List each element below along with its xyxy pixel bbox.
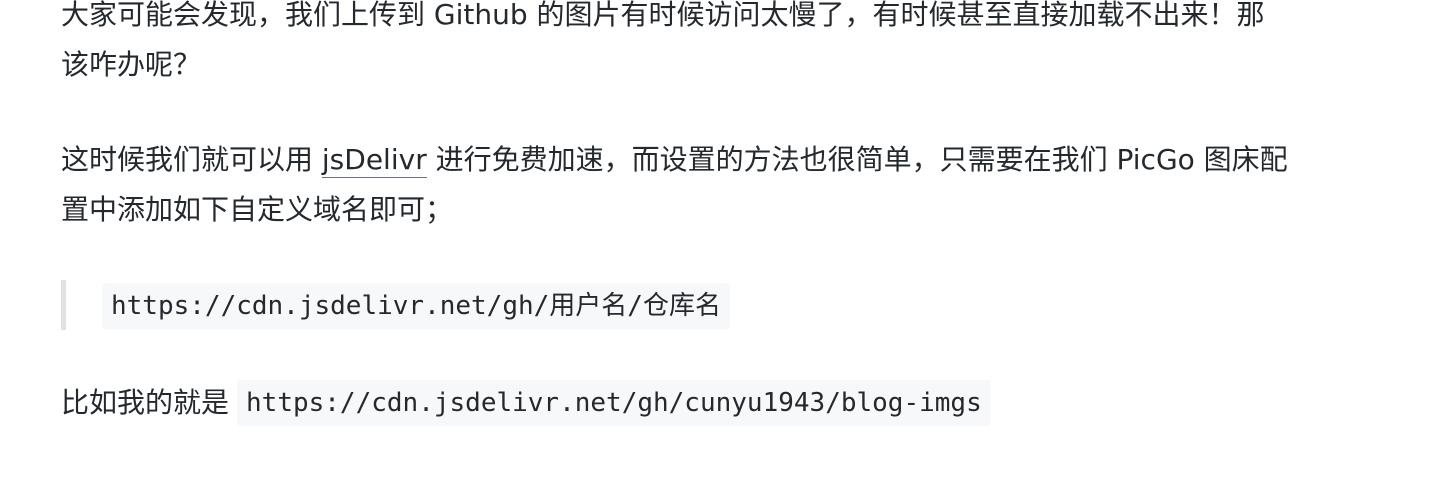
paragraph-example-text: 比如我的就是	[61, 386, 230, 419]
paragraph-example: 比如我的就是 https://cdn.jsdelivr.net/gh/cunyu1…	[61, 378, 1440, 428]
paragraph-intro-line-1: 大家可能会发现，我们上传到 Github 的图片有时候访问太慢了，有时候甚至直接…	[61, 0, 1265, 31]
paragraph-jsdelivr-text-before: 这时候我们就可以用	[61, 143, 322, 176]
blockquote: https://cdn.jsdelivr.net/gh/用户名/仓库名	[61, 280, 821, 330]
article-body: 大家可能会发现，我们上传到 Github 的图片有时候访问太慢了，有时候甚至直接…	[0, 0, 1440, 490]
paragraph-jsdelivr: 这时候我们就可以用 jsDelivr 进行免费加速，而设置的方法也很简单，只需要…	[61, 135, 1440, 235]
cdn-example-code: https://cdn.jsdelivr.net/gh/cunyu1943/bl…	[237, 380, 991, 426]
paragraph-jsdelivr-line-2: 置中添加如下自定义域名即可；	[61, 193, 454, 226]
blockquote-bar	[61, 280, 66, 330]
paragraph-intro-line-2: 该咋办呢？	[61, 48, 202, 81]
paragraph-intro: 大家可能会发现，我们上传到 Github 的图片有时候访问太慢了，有时候甚至直接…	[61, 0, 1440, 90]
paragraph-jsdelivr-text-after: 进行免费加速，而设置的方法也很简单，只需要在我们 PicGo 图床配	[426, 143, 1288, 176]
cdn-template-code: https://cdn.jsdelivr.net/gh/用户名/仓库名	[102, 283, 730, 329]
paragraph-jsdelivr-line-1: 这时候我们就可以用 jsDelivr 进行免费加速，而设置的方法也很简单，只需要…	[61, 135, 1440, 185]
jsdelivr-link[interactable]: jsDelivr	[321, 143, 427, 178]
